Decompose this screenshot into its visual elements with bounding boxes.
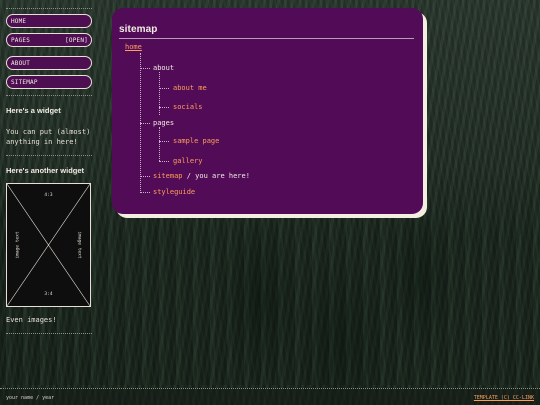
nav-pages-open-tag[interactable]: [OPEN] xyxy=(65,37,88,44)
branch-styleguide xyxy=(140,192,150,193)
page-title: sitemap xyxy=(119,24,158,35)
tree-link-about-me[interactable]: about me xyxy=(173,84,207,92)
tree-link-gallery[interactable]: gallery xyxy=(173,157,203,165)
pages-sub-line xyxy=(159,127,160,161)
branch-pages xyxy=(140,123,150,124)
widget-title: Here's a widget xyxy=(6,106,61,115)
panel-body: sitemap home about about me socials page… xyxy=(112,8,423,214)
branch-socials xyxy=(159,107,169,108)
widget2-caption: Even images! xyxy=(6,316,57,324)
branch-about-me xyxy=(159,88,169,89)
widget-divider xyxy=(6,155,92,156)
footer-credit: your name / year xyxy=(6,395,55,401)
image-ratio-top: 4:3 xyxy=(44,193,53,198)
title-divider xyxy=(119,38,414,39)
tree-node-about: about xyxy=(153,64,175,72)
branch-about xyxy=(140,68,150,69)
nav-sitemap-button[interactable]: SITEMAP xyxy=(6,75,92,89)
tree-link-sample-page[interactable]: sample page xyxy=(173,137,219,145)
branch-sample-page xyxy=(159,141,169,142)
image-text-right: image text xyxy=(76,231,82,259)
tree-link-home[interactable]: home xyxy=(125,43,142,51)
sidebar: HOME PAGES [OPEN] ABOUT SITEMAP Here's a… xyxy=(6,8,92,334)
placeholder-image: 4:3 3:4 image text image text xyxy=(6,183,91,307)
nav-pages-button[interactable]: PAGES [OPEN] xyxy=(6,33,92,47)
tree-link-socials[interactable]: socials xyxy=(173,103,203,111)
sitemap-panel: sitemap home about about me socials page… xyxy=(112,8,427,218)
image-text-left: image text xyxy=(15,231,21,259)
about-sub-line xyxy=(159,72,160,115)
nav-about-button[interactable]: ABOUT xyxy=(6,56,92,70)
sidebar-divider xyxy=(6,95,92,96)
widget2-title: Here's another widget xyxy=(6,166,85,175)
widget-text: You can put (almost) anything in here! xyxy=(6,128,91,146)
nav-sitemap-label: SITEMAP xyxy=(11,78,38,86)
sidebar-top-divider xyxy=(6,8,92,9)
tree-link-sitemap[interactable]: sitemap xyxy=(153,172,183,180)
nav-about-label: ABOUT xyxy=(11,59,31,67)
you-are-here-label: / you are here! xyxy=(186,172,250,180)
nav-home-label: HOME xyxy=(11,17,27,25)
branch-sitemap xyxy=(140,176,150,177)
image-ratio-bottom: 3:4 xyxy=(44,292,53,297)
footer-template-link[interactable]: TEMPLATE (C) CC-LINK xyxy=(474,395,534,401)
sidebar-bottom-divider xyxy=(6,333,92,334)
branch-gallery xyxy=(159,161,169,162)
footer: your name / year TEMPLATE (C) CC-LINK xyxy=(0,388,540,405)
nav-pages-label: PAGES xyxy=(11,36,31,44)
nav-home-button[interactable]: HOME xyxy=(6,14,92,28)
tree-link-styleguide[interactable]: styleguide xyxy=(153,188,195,196)
tree-node-pages: pages xyxy=(153,119,175,127)
